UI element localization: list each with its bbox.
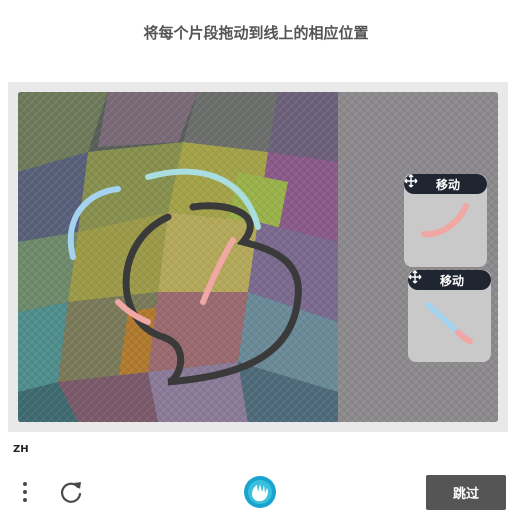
skip-button[interactable]: 跳过 [426,475,506,510]
more-options-button[interactable] [18,478,32,508]
refresh-icon [60,482,82,503]
language-indicator[interactable]: ZH [13,444,29,455]
hand-logo-icon [241,473,279,511]
instruction-title: 将每个片段拖动到线上的相应位置 [143,24,369,42]
puzzle-canvas[interactable]: 移动 移动 [18,92,498,422]
draggable-piece-1[interactable]: 移动 [404,174,487,267]
piece-1-segment [421,203,469,238]
draggable-piece-2[interactable]: 移动 [408,270,491,362]
refresh-button[interactable] [56,478,86,508]
piece-2-segment [425,302,473,344]
